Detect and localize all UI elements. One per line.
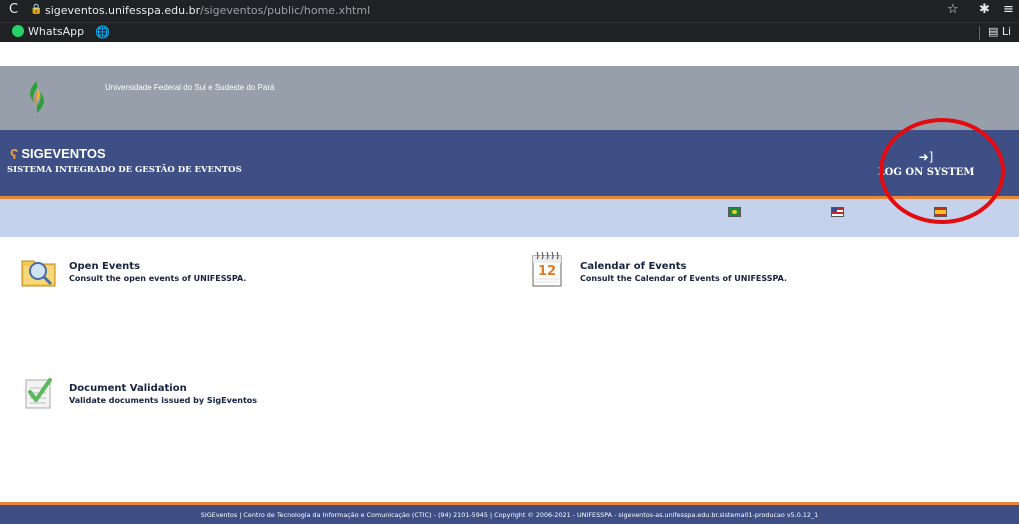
university-header: Universidade Federal do Sul e Sudeste do… bbox=[0, 66, 1019, 130]
brazil-flag-icon[interactable] bbox=[728, 207, 741, 217]
reading-list-button[interactable]: ▤ Li bbox=[988, 25, 1011, 38]
bookmarks-separator bbox=[979, 26, 980, 40]
folder-search-icon bbox=[21, 260, 56, 287]
footer-text: SIGEventos | Centro de Tecnologia da Inf… bbox=[200, 511, 819, 519]
spain-flag-icon[interactable] bbox=[934, 207, 947, 217]
calendar-title: Calendar of Events bbox=[580, 261, 687, 272]
reading-list-label: Li bbox=[1001, 25, 1012, 38]
reload-icon[interactable]: C bbox=[9, 2, 18, 17]
log-on-system-button[interactable]: ➜] LOG ON SYSTEM bbox=[870, 150, 982, 182]
bookmark-star-icon[interactable]: ☆ bbox=[947, 2, 959, 17]
footer: SIGEventos | Centro de Tecnologia da Inf… bbox=[0, 505, 1019, 524]
reading-list-icon[interactable]: ≡ bbox=[1003, 2, 1014, 17]
url-path: /sigeventos/public/home.xhtml bbox=[200, 4, 371, 17]
reading-list-icon: ▤ bbox=[988, 25, 999, 38]
system-header: ʕ SIGEVENTOS SISTEMA INTEGRADO DE GESTÃO … bbox=[0, 130, 1019, 196]
bookmark-label: WhatsApp bbox=[28, 25, 85, 38]
unifesspa-logo-icon bbox=[30, 81, 44, 113]
system-subtitle: SISTEMA INTEGRADO DE GESTÃO DE EVENTOS bbox=[7, 165, 242, 175]
browser-toolbar: C 🔒 sigeventos.unifesspa.edu.br/sigevent… bbox=[0, 0, 1019, 22]
calendar-desc: Consult the Calendar of Events of UNIFES… bbox=[580, 274, 788, 283]
language-bar bbox=[0, 199, 1019, 237]
document-validation-desc: Validate documents issued by SigEventos bbox=[69, 396, 258, 405]
calendar-of-events-link[interactable]: 12 Calendar of Events Consult the Calend… bbox=[531, 250, 851, 290]
brand-name: SIGEVENTOS bbox=[21, 146, 106, 161]
sign-in-icon: ➜] bbox=[918, 150, 934, 164]
url-text: sigeventos.unifesspa.edu.br/sigeventos/p… bbox=[45, 4, 370, 17]
address-bar[interactable]: 🔒 sigeventos.unifesspa.edu.br/sigeventos… bbox=[30, 1, 944, 21]
log-on-label: LOG ON SYSTEM bbox=[877, 167, 975, 178]
bookmarks-bar: WhatsApp 🌐 ▤ Li bbox=[0, 22, 1019, 42]
extensions-icon[interactable]: ✱ bbox=[979, 2, 990, 17]
sigeventos-logo-icon: ʕ bbox=[10, 146, 19, 163]
bookmark-whatsapp[interactable]: WhatsApp bbox=[12, 25, 84, 38]
url-host: sigeventos.unifesspa.edu.br bbox=[45, 4, 201, 17]
university-name: Universidade Federal do Sul e Sudeste do… bbox=[105, 83, 275, 92]
whatsapp-icon bbox=[12, 25, 24, 37]
lock-icon: 🔒 bbox=[30, 4, 43, 15]
brand[interactable]: ʕ SIGEVENTOS bbox=[10, 146, 106, 163]
open-events-link[interactable]: Open Events Consult the open events of U… bbox=[20, 253, 320, 293]
open-events-title: Open Events bbox=[69, 261, 141, 272]
open-events-desc: Consult the open events of UNIFESSPA. bbox=[69, 274, 247, 283]
document-check-icon bbox=[25, 378, 52, 409]
calendar-icon: 12 bbox=[532, 251, 562, 287]
document-validation-title: Document Validation bbox=[69, 383, 187, 394]
calendar-day-number: 12 bbox=[538, 264, 556, 279]
document-validation-link[interactable]: Document Validation Validate documents i… bbox=[24, 376, 324, 412]
us-flag-icon[interactable] bbox=[831, 207, 844, 217]
globe-icon[interactable]: 🌐 bbox=[95, 25, 110, 39]
